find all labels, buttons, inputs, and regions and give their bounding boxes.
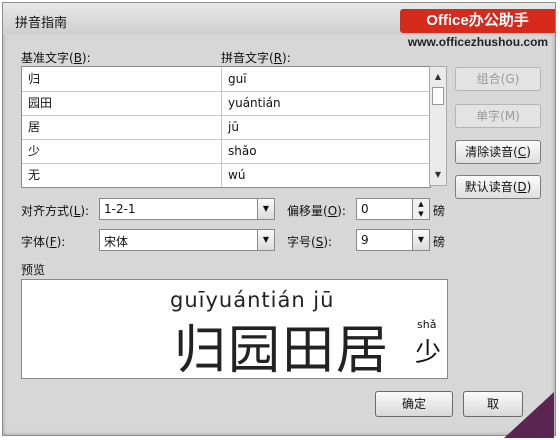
table-row: 居 jū	[22, 115, 430, 140]
offset-label: 偏移量(O):	[287, 204, 346, 218]
base-text-label: 基准文字(B):	[21, 51, 91, 65]
brand-badge: Office办公助手	[400, 9, 555, 33]
pinyin-text-field[interactable]: jū	[222, 115, 430, 139]
dialog-title: 拼音指南	[15, 16, 68, 31]
pinyin-text-label: 拼音文字(R):	[221, 51, 291, 65]
pinyin-text-field[interactable]: guī	[222, 67, 430, 91]
base-text-field[interactable]: 无	[22, 163, 222, 187]
pinyin-text-field[interactable]: yuántián	[222, 91, 430, 115]
chevron-down-icon[interactable]: ▼	[412, 230, 429, 250]
preview-character-overflow: 少	[415, 338, 442, 368]
caret-down-icon[interactable]: ▼	[430, 167, 446, 183]
base-text-field[interactable]: 归	[22, 67, 222, 91]
chevron-down-icon[interactable]: ▼	[257, 199, 274, 219]
alignment-label: 对齐方式(L):	[21, 204, 90, 218]
table-row: 园田 yuántián	[22, 91, 430, 116]
pinyin-guide-dialog: 拼音指南 Office办公助手 www.officezhushou.com 基准…	[2, 2, 556, 436]
preview-pinyin-overflow: shǎ	[417, 318, 437, 331]
size-unit: 磅	[433, 235, 446, 249]
pinyin-text-field[interactable]: shǎo	[222, 139, 430, 163]
preview-characters: 归园田居	[174, 321, 391, 379]
offset-value: 0	[361, 202, 369, 216]
offset-spinner[interactable]: 0 ▲ ▼	[356, 198, 430, 220]
scroll-thumb[interactable]	[432, 87, 444, 105]
default-reading-button[interactable]: 默认读音(D)	[455, 175, 541, 199]
page-curl-decoration	[504, 392, 554, 438]
table-scrollbar[interactable]: ▲ ▼	[429, 66, 447, 186]
table-row: 归 guī	[22, 67, 430, 92]
chevron-down-icon[interactable]: ▼	[257, 230, 274, 250]
pinyin-table: 归 guī 园田 yuántián 居 jū 少 shǎo 无 wú	[21, 66, 431, 188]
size-label: 字号(S):	[287, 235, 333, 249]
alignment-value: 1-2-1	[104, 202, 136, 216]
font-value: 宋体	[104, 235, 129, 249]
font-select[interactable]: 宋体 ▼	[99, 229, 275, 251]
base-text-field[interactable]: 园田	[22, 91, 222, 115]
caret-down-icon[interactable]: ▼	[412, 209, 429, 219]
size-select[interactable]: 9 ▼	[356, 229, 430, 251]
preview-box: guīyuántián jū 归园田居 shǎ 少	[21, 279, 448, 379]
table-row: 无 wú	[22, 163, 430, 187]
pinyin-text-field[interactable]: wú	[222, 163, 430, 187]
single-char-button[interactable]: 单字(M)	[455, 104, 541, 128]
ok-button[interactable]: 确定	[375, 391, 453, 417]
size-value: 9	[361, 233, 369, 247]
clear-reading-button[interactable]: 清除读音(C)	[455, 140, 541, 164]
table-row: 少 shǎo	[22, 139, 430, 164]
alignment-select[interactable]: 1-2-1 ▼	[99, 198, 275, 220]
base-text-field[interactable]: 居	[22, 115, 222, 139]
combine-button[interactable]: 组合(G)	[455, 67, 541, 91]
preview-label: 预览	[21, 263, 46, 277]
offset-unit: 磅	[433, 204, 446, 218]
base-text-field[interactable]: 少	[22, 139, 222, 163]
font-label: 字体(F):	[21, 235, 66, 249]
caret-up-icon[interactable]: ▲	[430, 69, 446, 85]
brand-url: www.officezhushou.com	[407, 35, 549, 49]
